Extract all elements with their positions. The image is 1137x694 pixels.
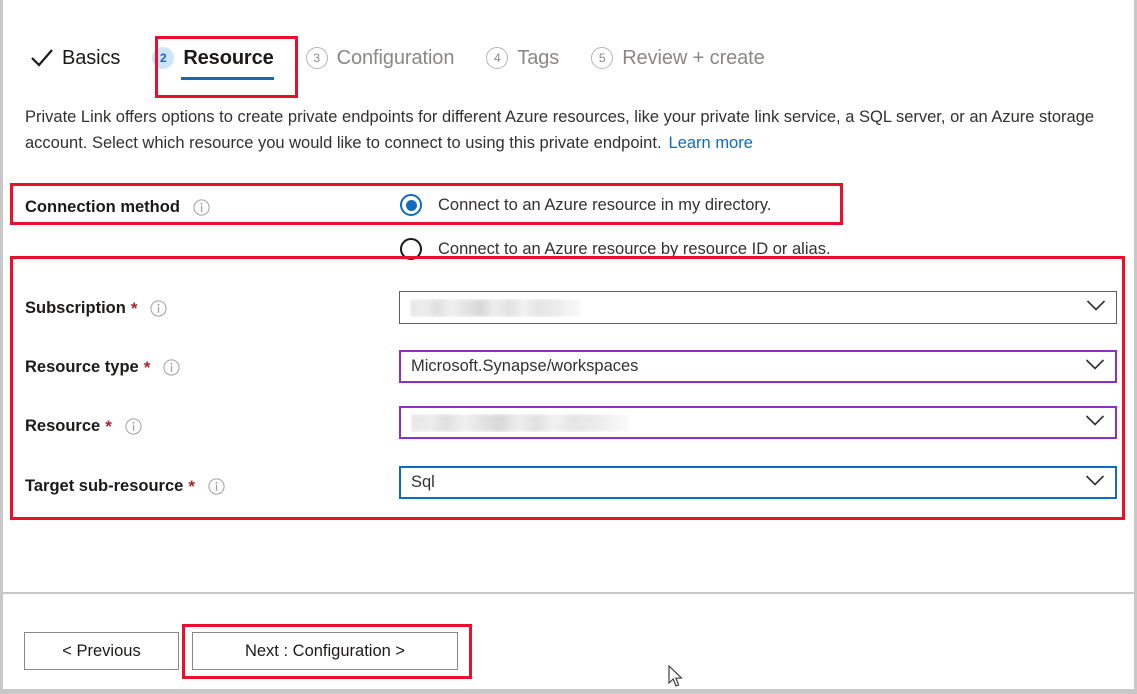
tab-review-create-number: 5	[591, 47, 613, 69]
resource-type-label-group: Resource type *	[25, 358, 395, 377]
tab-resource-label: Resource	[183, 47, 273, 70]
tab-tags-label: Tags	[517, 47, 559, 70]
resource-type-dropdown[interactable]: Microsoft.Synapse/workspaces	[399, 350, 1117, 383]
tab-resource-number: 2	[152, 47, 174, 69]
tab-basics[interactable]: Basics	[28, 38, 122, 78]
subscription-label-group: Subscription *	[25, 299, 395, 318]
window-bottom-border	[0, 689, 1137, 694]
target-sub-resource-value: Sql	[411, 473, 1085, 492]
resource-label-group: Resource *	[25, 417, 395, 436]
tab-configuration-label: Configuration	[337, 47, 455, 70]
mouse-pointer-icon	[668, 665, 684, 689]
radio-option-resource-id[interactable]: Connect to an Azure resource by resource…	[400, 232, 831, 266]
info-icon[interactable]	[163, 359, 180, 376]
resource-type-label: Resource type	[25, 358, 139, 377]
resource-type-label-row: Resource type *	[25, 350, 395, 384]
subscription-label: Subscription	[25, 299, 126, 318]
radio-button-selected[interactable]	[400, 194, 422, 216]
info-icon[interactable]	[150, 300, 167, 317]
learn-more-link[interactable]: Learn more	[669, 134, 753, 152]
footer-divider	[3, 592, 1134, 594]
tab-tags-number: 4	[486, 47, 508, 69]
tab-resource[interactable]: 2 Resource	[150, 38, 275, 78]
target-sub-resource-dropdown[interactable]: Sql	[399, 466, 1117, 499]
resource-type-value: Microsoft.Synapse/workspaces	[411, 357, 1085, 376]
tab-configuration[interactable]: 3 Configuration	[304, 38, 457, 78]
target-sub-resource-label-group: Target sub-resource *	[25, 477, 395, 496]
chevron-down-icon	[1086, 299, 1106, 317]
info-icon[interactable]	[208, 478, 225, 495]
resource-label-row: Resource *	[25, 409, 395, 443]
private-endpoint-wizard-resource-page: Basics 2 Resource 3 Configuration 4 Tags…	[0, 0, 1137, 694]
window-left-border	[0, 0, 3, 694]
required-marker: *	[105, 418, 112, 435]
redacted-value	[411, 414, 629, 432]
connection-method-row: Connection method	[25, 190, 395, 224]
target-sub-resource-label-row: Target sub-resource *	[25, 469, 395, 503]
tab-review-create-label: Review + create	[622, 47, 764, 70]
radio-option-directory[interactable]: Connect to an Azure resource in my direc…	[400, 188, 831, 222]
tab-configuration-number: 3	[306, 47, 328, 69]
check-icon	[30, 47, 54, 69]
page-description-text: Private Link offers options to create pr…	[25, 108, 1094, 152]
chevron-down-icon	[1085, 474, 1105, 492]
required-marker: *	[188, 478, 195, 495]
chevron-down-icon	[1085, 358, 1105, 376]
tab-review-create[interactable]: 5 Review + create	[589, 38, 766, 78]
radio-option-directory-label: Connect to an Azure resource in my direc…	[438, 196, 772, 215]
redacted-value	[410, 299, 582, 317]
chevron-down-icon	[1085, 414, 1105, 432]
target-sub-resource-label: Target sub-resource	[25, 477, 183, 496]
connection-method-label: Connection method	[25, 198, 180, 217]
wizard-tab-bar: Basics 2 Resource 3 Configuration 4 Tags…	[28, 38, 795, 86]
connection-method-radio-group: Connect to an Azure resource in my direc…	[400, 188, 831, 276]
subscription-dropdown[interactable]	[399, 291, 1117, 324]
info-icon[interactable]	[193, 199, 210, 216]
radio-option-resource-id-label: Connect to an Azure resource by resource…	[438, 240, 831, 259]
page-description: Private Link offers options to create pr…	[25, 104, 1107, 156]
required-marker: *	[144, 359, 151, 376]
resource-label: Resource	[25, 417, 100, 436]
previous-button[interactable]: < Previous	[24, 632, 179, 670]
resource-dropdown[interactable]	[399, 406, 1117, 439]
subscription-value	[410, 299, 1086, 317]
required-marker: *	[131, 300, 138, 317]
resource-value	[411, 414, 1085, 432]
connection-method-label-group: Connection method	[25, 198, 395, 217]
info-icon[interactable]	[125, 418, 142, 435]
tab-basics-label: Basics	[62, 47, 120, 70]
next-configuration-button[interactable]: Next : Configuration >	[192, 632, 458, 670]
active-tab-underline	[181, 77, 273, 80]
subscription-label-row: Subscription *	[25, 291, 395, 325]
radio-button-unselected[interactable]	[400, 238, 422, 260]
tab-tags[interactable]: 4 Tags	[484, 38, 561, 78]
